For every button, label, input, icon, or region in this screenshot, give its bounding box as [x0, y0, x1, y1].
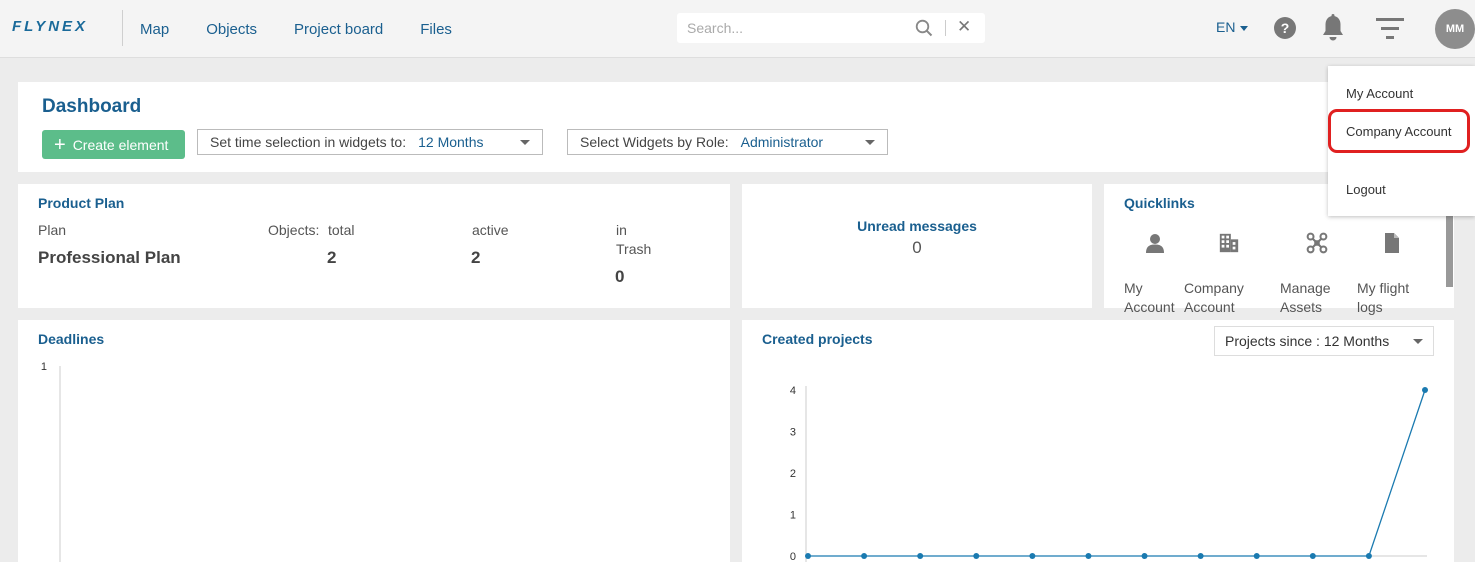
quicklink-label-line2: Assets	[1280, 299, 1323, 315]
unread-messages-title: Unread messages	[857, 218, 977, 234]
document-icon	[1385, 233, 1399, 253]
total-value: 2	[327, 248, 337, 267]
search-input[interactable]	[677, 13, 907, 43]
trash-value: 0	[615, 267, 625, 286]
time-selection-label: Set time selection in widgets to:	[210, 134, 407, 150]
y-tick-label: 1	[790, 510, 796, 522]
dashboard-header: Dashboard + Create element Set time sele…	[18, 82, 1328, 172]
building-icon	[1219, 233, 1239, 253]
quicklinks-scrollbar[interactable]	[1446, 215, 1453, 287]
top-bar: FLYNEX Map Objects Project board Files ✕…	[0, 0, 1475, 58]
data-point	[917, 553, 924, 559]
menu-item-logout[interactable]: Logout	[1346, 182, 1386, 197]
quicklink-label-line1: My	[1124, 280, 1143, 296]
data-point	[805, 553, 811, 559]
create-element-button[interactable]: + Create element	[42, 130, 185, 159]
time-selection-dropdown[interactable]: Set time selection in widgets to: 12 Mon…	[197, 129, 543, 155]
projects-since-value: 12 Months	[1323, 333, 1390, 349]
bell-icon[interactable]	[1321, 14, 1345, 42]
quicklink-label-line2: Account	[1124, 299, 1175, 315]
company-account-highlight	[1328, 109, 1470, 153]
data-point	[1365, 553, 1372, 559]
clear-search-icon[interactable]: ✕	[957, 17, 971, 37]
data-point	[1422, 387, 1428, 393]
product-plan-title: Product Plan	[38, 195, 125, 211]
caret-down-icon	[865, 140, 875, 145]
quicklink-label-line1: My flight	[1357, 280, 1410, 296]
quicklink-label-line2: Account	[1184, 299, 1235, 315]
plan-value: Professional Plan	[38, 248, 181, 267]
plus-icon: +	[54, 133, 66, 156]
data-point	[1029, 553, 1036, 559]
nav-files[interactable]: Files	[420, 21, 452, 38]
search-divider	[945, 20, 946, 36]
user-avatar[interactable]: MM	[1435, 9, 1475, 49]
data-point	[973, 553, 980, 559]
projects-since-dropdown[interactable]: Projects since : 12 Months	[1214, 326, 1434, 356]
search-icon[interactable]	[915, 19, 933, 37]
trash-label-line2: Trash	[616, 241, 652, 257]
active-label: active	[472, 222, 509, 238]
unread-messages-count: 0	[912, 238, 922, 257]
main-nav: Map Objects Project board Files	[140, 0, 489, 58]
quicklink-my-flight-logs[interactable]: My flight logs	[1357, 232, 1427, 317]
unread-messages-widget: Unread messages 0	[742, 184, 1092, 308]
trash-label-line1: in	[616, 222, 627, 238]
filter-icon[interactable]	[1376, 17, 1404, 41]
series-line	[808, 389, 1426, 557]
plan-label: Plan	[38, 222, 67, 238]
active-value: 2	[471, 248, 481, 267]
help-icon[interactable]: ?	[1274, 17, 1296, 39]
data-point	[1253, 553, 1260, 559]
nav-objects[interactable]: Objects	[206, 21, 257, 38]
role-selection-value: Administrator	[740, 134, 824, 150]
menu-item-my-account[interactable]: My Account	[1346, 86, 1413, 101]
deadlines-widget: Deadlines 1	[18, 320, 730, 562]
quicklink-label-line1: Manage	[1280, 280, 1331, 296]
data-point	[1309, 553, 1316, 559]
quicklink-manage-assets[interactable]: Manage Assets	[1280, 232, 1350, 317]
data-point	[861, 553, 868, 559]
page-title: Dashboard	[42, 96, 142, 117]
quicklink-label-line1: Company	[1184, 280, 1244, 296]
projects-since-label: Projects since :	[1225, 333, 1320, 349]
product-plan-widget: Product Plan Plan Professional Plan Obje…	[18, 184, 730, 308]
role-selection-label: Select Widgets by Role:	[580, 134, 729, 150]
quicklink-company-account[interactable]: Company Account	[1184, 232, 1254, 317]
time-selection-value: 12 Months	[418, 134, 484, 150]
nav-project-board[interactable]: Project board	[294, 21, 383, 38]
y-tick-label: 4	[790, 385, 796, 397]
search-box: ✕	[677, 13, 985, 43]
data-point	[1197, 553, 1204, 559]
quicklinks-title: Quicklinks	[1124, 195, 1195, 211]
y-tick-label: 0	[790, 551, 796, 562]
logo-divider	[122, 10, 123, 46]
y-tick-label: 2	[790, 468, 796, 480]
role-selection-dropdown[interactable]: Select Widgets by Role: Administrator	[567, 129, 888, 155]
language-selector[interactable]: EN	[1216, 19, 1249, 35]
caret-down-icon	[1413, 339, 1423, 344]
created-projects-chart: 0 1 2 3 4	[790, 385, 1428, 562]
data-point	[1141, 553, 1148, 559]
deadlines-chart: 1	[41, 361, 61, 562]
caret-down-icon	[1240, 25, 1249, 31]
create-element-label: Create element	[72, 136, 169, 153]
y-tick-label: 3	[790, 427, 796, 439]
drone-icon	[1306, 232, 1328, 254]
person-icon	[1146, 234, 1164, 253]
total-label: total	[328, 222, 355, 238]
y-tick-label: 1	[41, 361, 47, 373]
language-label: EN	[1216, 19, 1236, 35]
objects-label: Objects:	[268, 222, 320, 238]
quicklink-label-line2: logs	[1357, 299, 1383, 315]
created-projects-widget: Created projects 01234	[742, 320, 1454, 562]
data-point	[1085, 553, 1092, 559]
flynex-logo[interactable]: FLYNEX	[12, 18, 88, 35]
caret-down-icon	[520, 140, 530, 145]
nav-map[interactable]: Map	[140, 21, 169, 38]
